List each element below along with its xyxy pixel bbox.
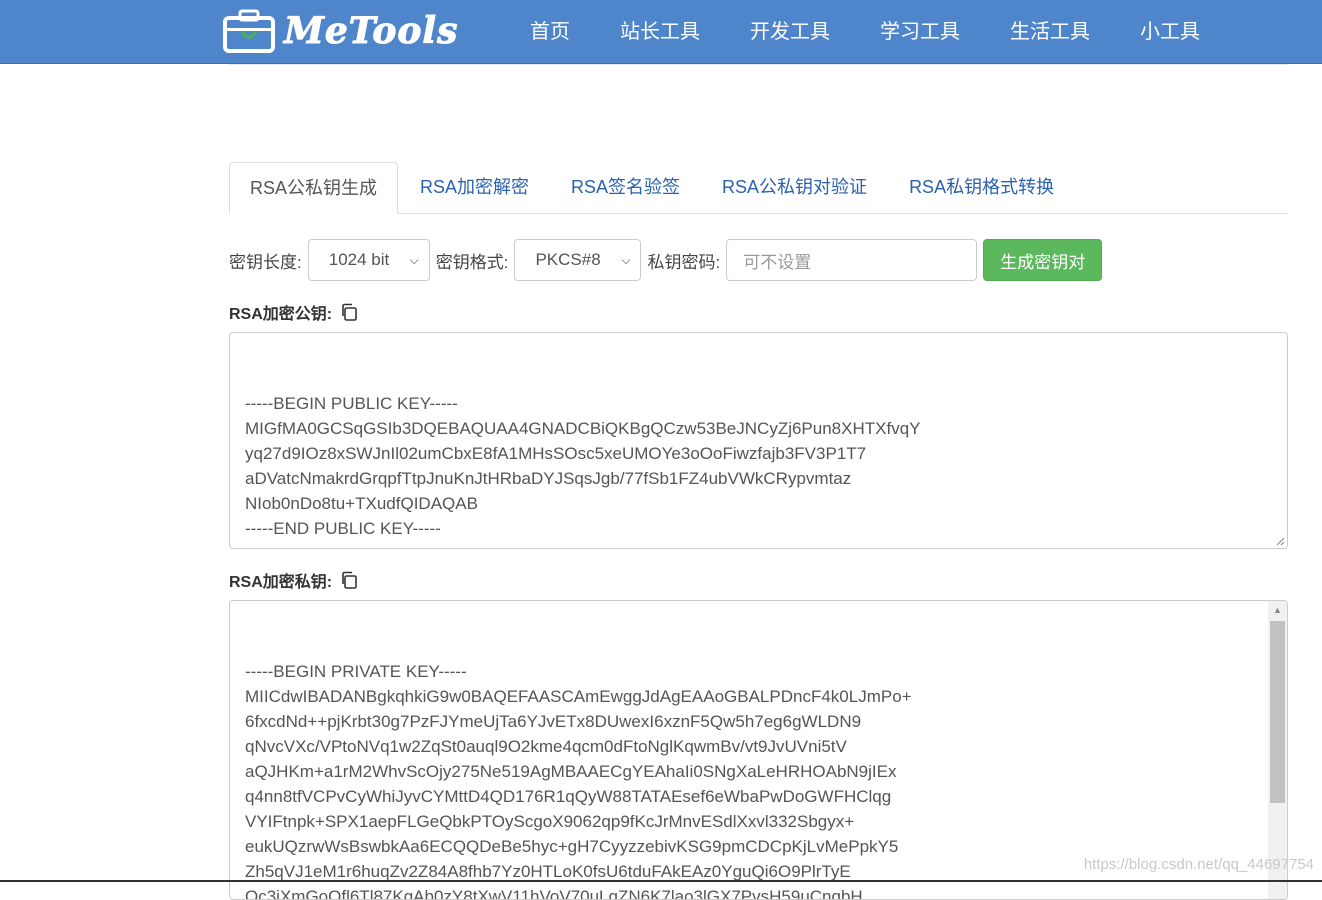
- chevron-down-icon: ⌵: [409, 252, 419, 267]
- site-logo[interactable]: MeTools: [222, 7, 458, 55]
- tab-rsa-keygen[interactable]: RSA公私钥生成: [229, 162, 399, 214]
- tab-rsa-keypair-verify[interactable]: RSA公私钥对验证: [702, 162, 887, 212]
- copy-icon[interactable]: [340, 571, 358, 589]
- nav-life-tools[interactable]: 生活工具: [1010, 0, 1090, 63]
- top-navbar: MeTools 首页 站长工具 开发工具 学习工具 生活工具 小工具: [0, 0, 1322, 64]
- key-format-value: PKCS#8: [535, 250, 601, 269]
- private-key-password-label: 私钥密码:: [647, 252, 721, 272]
- tab-rsa-sign-verify[interactable]: RSA签名验签: [551, 162, 700, 212]
- key-length-select[interactable]: 1024 bit ⌵: [307, 239, 430, 281]
- resize-grip-icon[interactable]: [1275, 536, 1285, 546]
- tab-rsa-key-format-convert[interactable]: RSA私钥格式转换: [889, 162, 1074, 212]
- nav-webmaster-tools[interactable]: 站长工具: [620, 0, 700, 63]
- private-key-textarea[interactable]: -----BEGIN PRIVATE KEY----- MIICdwIBADAN…: [229, 600, 1288, 900]
- copy-icon[interactable]: [340, 303, 358, 321]
- private-key-heading: RSA加密私钥:: [229, 568, 358, 592]
- nav-home[interactable]: 首页: [530, 0, 570, 63]
- logo-text: MeTools: [283, 10, 459, 53]
- divider: [229, 64, 1288, 65]
- generate-keypair-button[interactable]: 生成密钥对: [983, 239, 1103, 281]
- nav-study-tools[interactable]: 学习工具: [880, 0, 960, 63]
- watermark: https://blog.csdn.net/qq_44697754: [1083, 856, 1314, 873]
- scrollbar[interactable]: ▲: [1268, 601, 1287, 899]
- key-format-select[interactable]: PKCS#8 ⌵: [514, 239, 642, 281]
- scrollbar-thumb[interactable]: [1270, 621, 1285, 803]
- key-length-value: 1024 bit: [328, 250, 390, 269]
- main-nav: 首页 站长工具 开发工具 学习工具 生活工具 小工具: [530, 0, 1250, 63]
- private-key-password-input[interactable]: 可不设置: [726, 239, 978, 281]
- key-length-label: 密钥长度:: [229, 252, 302, 272]
- toolbox-icon: [223, 9, 275, 53]
- tab-rsa-encrypt-decrypt[interactable]: RSA加密解密: [400, 162, 549, 212]
- key-format-label: 密钥格式:: [435, 252, 509, 272]
- chevron-down-icon: ⌵: [621, 252, 631, 267]
- public-key-heading: RSA加密公钥:: [229, 300, 358, 324]
- public-key-textarea[interactable]: -----BEGIN PUBLIC KEY----- MIGfMA0GCSqGS…: [229, 332, 1288, 549]
- nav-mini-tools[interactable]: 小工具: [1140, 0, 1200, 63]
- public-key-title: RSA加密公钥:: [229, 306, 333, 323]
- tool-tabs: RSA公私钥生成 RSA加密解密 RSA签名验签 RSA公私钥对验证 RSA私钥…: [229, 162, 1288, 214]
- keygen-options: 密钥长度: 1024 bit ⌵ 密钥格式: PKCS#8 ⌵ 私钥密码: 可不…: [229, 238, 1103, 282]
- public-key-content: -----BEGIN PUBLIC KEY----- MIGfMA0GCSqGS…: [245, 394, 921, 538]
- scroll-up-arrow-icon[interactable]: ▲: [1268, 601, 1287, 619]
- nav-dev-tools[interactable]: 开发工具: [750, 0, 830, 63]
- private-key-title: RSA加密私钥:: [229, 574, 333, 591]
